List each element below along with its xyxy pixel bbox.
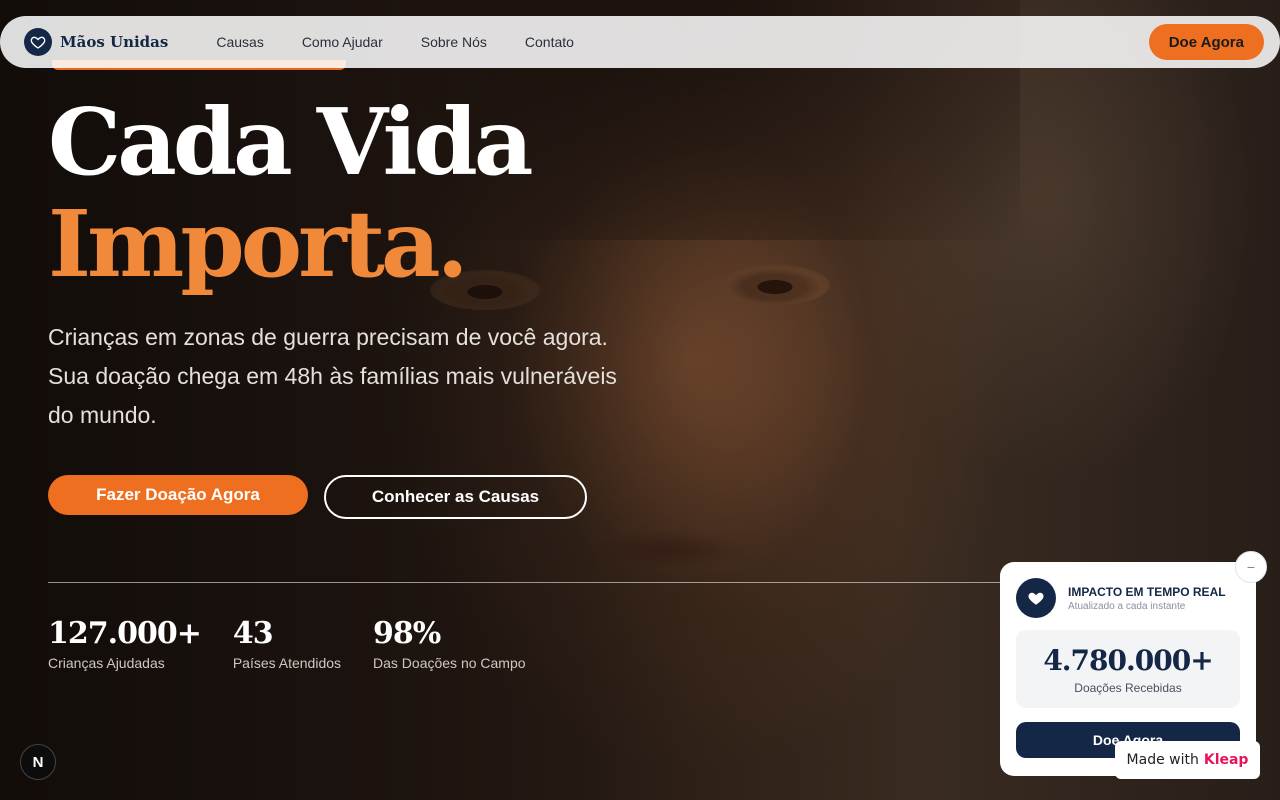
kleap-brand: Kleap (1203, 752, 1249, 768)
make-donation-button[interactable]: Fazer Doação Agora (48, 475, 308, 515)
headline-line-1: Cada Vida (48, 88, 533, 196)
widget-header: IMPACTO EM TEMPO REAL Atualizado a cada … (1016, 578, 1240, 618)
stat-item: 43 Países Atendidos (233, 616, 341, 671)
minimize-icon[interactable]: − (1235, 551, 1267, 583)
stat-value: 127.000+ (48, 616, 202, 651)
widget-counter-card: 4.780.000+ Doações Recebidas (1016, 630, 1240, 708)
nav-link-como-ajudar[interactable]: Como Ajudar (302, 34, 383, 50)
widget-subtitle: Atualizado a cada instante (1068, 600, 1186, 612)
brand-name: Mãos Unidas (60, 33, 169, 51)
stat-value: 98% (373, 616, 441, 651)
nav-link-contato[interactable]: Contato (525, 34, 574, 50)
stat-item: 127.000+ Crianças Ajudadas (48, 616, 202, 671)
heart-icon (24, 28, 52, 56)
stat-value: 43 (232, 616, 274, 651)
logo[interactable]: Mãos Unidas (24, 28, 168, 56)
navbar: Mãos Unidas Causas Como Ajudar Sobre Nós… (0, 16, 1280, 68)
divider (48, 582, 1008, 583)
donations-counter: 4.780.000+ (1043, 643, 1213, 677)
hero-subtitle: Crianças em zonas de guerra precisam de … (48, 324, 617, 428)
nav-link-sobre-nos[interactable]: Sobre Nós (421, 34, 487, 50)
stat-label: Crianças Ajudadas (48, 655, 165, 671)
stat-item: 98% Das Doações no Campo (373, 616, 526, 671)
headline-line-2: Importa. (48, 190, 469, 298)
widget-title: IMPACTO EM TEMPO REAL (1068, 584, 1226, 599)
stats-row: 127.000+ Crianças Ajudadas 43 Países Ate… (48, 616, 526, 671)
stat-label: Das Doações no Campo (373, 655, 526, 671)
stat-label: Países Atendidos (232, 655, 342, 671)
donate-button-nav[interactable]: Doe Agora (1148, 24, 1264, 60)
made-with-text: Made with (1126, 752, 1199, 768)
dev-tools-badge[interactable]: N (20, 744, 56, 780)
nav-link-causas[interactable]: Causas (216, 34, 263, 50)
explore-causes-button[interactable]: Conhecer as Causas (324, 475, 587, 519)
heart-icon (1016, 578, 1056, 618)
hero-headline: Cada Vida Importa. (48, 88, 533, 298)
made-with-kleap-badge[interactable]: Made with Kleap (1115, 741, 1260, 779)
nav-links: Causas Como Ajudar Sobre Nós Contato (216, 34, 574, 50)
donations-counter-label: Doações Recebidas (1074, 680, 1182, 695)
